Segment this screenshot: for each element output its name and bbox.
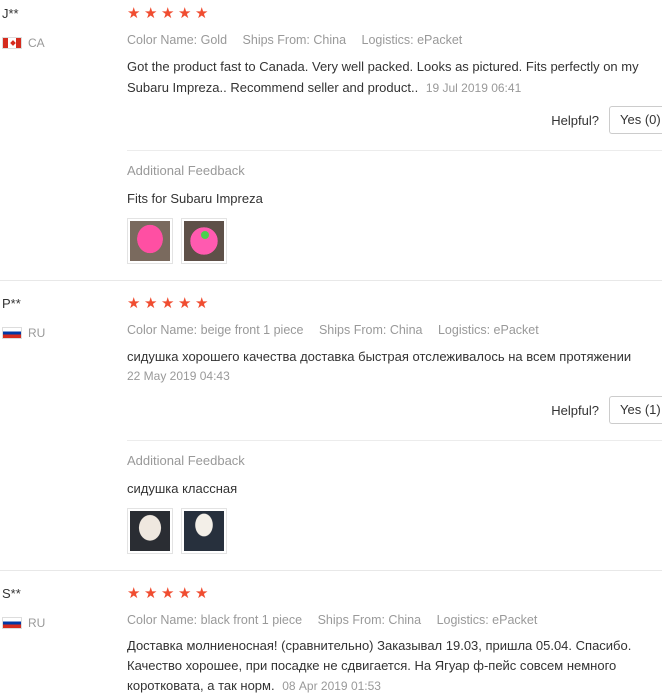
ships-from: Ships From: China [317,613,422,627]
ships-from: Ships From: China [242,33,347,47]
review-photos [127,508,227,554]
review-body: ★ ★ ★ ★ ★ Color Name: beige front 1 piec… [127,296,662,385]
additional-feedback-title: Additional Feedback [127,453,245,468]
reviewer-name: P** [2,296,21,311]
review-body: ★ ★ ★ ★ ★ Color Name: black front 1 piec… [127,586,662,696]
star-icon: ★ [178,294,192,312]
star-icon: ★ [161,4,175,22]
star-icon: ★ [178,4,192,22]
reviewer-info: J** CA [2,6,112,50]
star-icon: ★ [195,584,209,602]
reviewer-country: RU [2,616,112,630]
star-icon: ★ [178,584,192,602]
additional-feedback-title: Additional Feedback [127,163,245,178]
reviewer-info: S** RU [2,586,112,630]
star-icon: ★ [195,4,209,22]
helpful-row: Helpful? Yes (0) [551,106,662,134]
logistics: Logistics: ePacket [361,33,463,47]
star-icon: ★ [144,4,158,22]
review-photo-thumbnail[interactable] [127,508,173,554]
color-name: Color Name: beige front 1 piece [127,323,304,337]
helpful-yes-button[interactable]: Yes (1) [609,396,662,424]
reviewer-country: CA [2,36,112,50]
country-code: RU [28,616,46,630]
review-content: сидушка хорошего качества доставка быстр… [127,349,632,364]
star-icon: ★ [127,294,141,312]
logistics: Logistics: ePacket [436,613,538,627]
review-separator [0,280,662,281]
review-date: 08 Apr 2019 01:53 [282,679,381,693]
review-meta: Color Name: Gold Ships From: China Logis… [127,32,662,48]
beige-seat-cover-image [184,511,224,551]
country-code: CA [28,36,45,50]
helpful-label: Helpful? [551,402,599,418]
color-name: Color Name: black front 1 piece [127,613,303,627]
star-rating: ★ ★ ★ ★ ★ [127,6,662,24]
review-photos [127,218,227,264]
review-meta: Color Name: black front 1 piece Ships Fr… [127,612,662,628]
star-icon: ★ [127,584,141,602]
star-icon: ★ [161,584,175,602]
review-content: Got the product fast to Canada. Very wel… [127,59,639,95]
beige-seat-cover-image [130,511,170,551]
russia-flag-icon [2,327,22,339]
review-body: ★ ★ ★ ★ ★ Color Name: Gold Ships From: C… [127,6,662,99]
divider [127,150,662,151]
review-text: Доставка молниеносная! (сравнительно) За… [127,636,657,696]
star-icon: ★ [127,4,141,22]
star-icon: ★ [195,294,209,312]
star-rating: ★ ★ ★ ★ ★ [127,296,662,314]
russia-flag-icon [2,617,22,629]
additional-feedback-text: сидушка классная [127,481,238,496]
divider [127,440,662,441]
star-icon: ★ [144,294,158,312]
review-text: сидушка хорошего качества доставка быстр… [127,346,657,385]
helpful-yes-button[interactable]: Yes (0) [609,106,662,134]
reviewer-name: S** [2,586,21,601]
review-meta: Color Name: beige front 1 piece Ships Fr… [127,322,662,338]
star-icon: ★ [161,294,175,312]
review-text: Got the product fast to Canada. Very wel… [127,56,657,99]
logistics: Logistics: ePacket [437,323,539,337]
review-photo-thumbnail[interactable] [127,218,173,264]
country-code: RU [28,326,46,340]
canada-flag-icon [2,37,22,49]
ships-from: Ships From: China [318,323,423,337]
review-photo-thumbnail[interactable] [181,508,227,554]
review-photo-thumbnail[interactable] [181,218,227,264]
additional-feedback-text: Fits for Subaru Impreza [127,191,263,206]
star-icon: ★ [144,584,158,602]
star-rating: ★ ★ ★ ★ ★ [127,586,662,604]
pink-seat-cover-image [184,221,224,261]
helpful-label: Helpful? [551,112,599,128]
reviewer-info: P** RU [2,296,112,340]
review-separator [0,570,662,571]
helpful-row: Helpful? Yes (1) [551,396,662,424]
review-date: 19 Jul 2019 06:41 [425,81,522,95]
color-name: Color Name: Gold [127,33,228,47]
reviewer-country: RU [2,326,112,340]
reviewer-name: J** [2,6,19,21]
review-date: 22 May 2019 04:43 [127,369,230,383]
pink-seat-cover-image [130,221,170,261]
